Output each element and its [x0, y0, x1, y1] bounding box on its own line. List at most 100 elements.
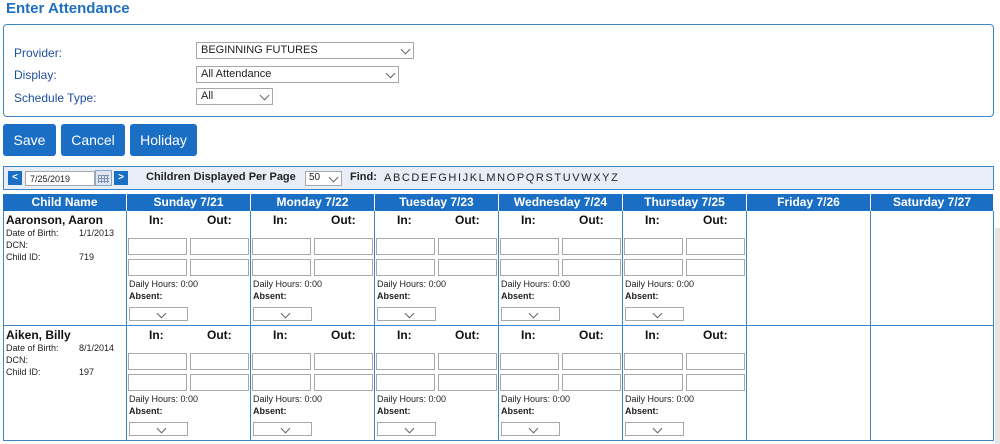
date-input[interactable]: 7/25/2019 [25, 171, 95, 186]
time-out-input[interactable] [686, 374, 745, 391]
letter-link[interactable]: D [411, 172, 419, 184]
time-in-input[interactable] [376, 238, 435, 255]
time-in-input[interactable] [624, 374, 683, 391]
absent-select[interactable] [377, 307, 436, 321]
chevron-down-icon [528, 308, 539, 319]
absent-select[interactable] [129, 307, 188, 321]
letter-link[interactable]: L [479, 172, 485, 184]
absent-select[interactable] [253, 422, 312, 436]
letter-link[interactable]: C [402, 172, 410, 184]
time-in-input[interactable] [252, 374, 311, 391]
time-in-input[interactable] [500, 259, 559, 276]
letter-link[interactable]: V [572, 172, 579, 184]
time-in-input[interactable] [128, 374, 187, 391]
absent-select[interactable] [625, 307, 684, 321]
time-in-input[interactable] [252, 238, 311, 255]
letter-link[interactable]: Y [602, 172, 609, 184]
time-out-input[interactable] [314, 238, 373, 255]
time-out-input[interactable] [314, 259, 373, 276]
time-out-input[interactable] [190, 353, 249, 370]
column-header-day: Monday 7/22 [251, 194, 375, 211]
letter-link[interactable]: R [536, 172, 544, 184]
time-out-input[interactable] [438, 238, 497, 255]
letter-link[interactable]: P [517, 172, 524, 184]
prev-week-button[interactable]: < [8, 171, 22, 185]
time-in-input[interactable] [376, 259, 435, 276]
letter-link[interactable]: O [507, 172, 516, 184]
letter-link[interactable]: T [554, 172, 561, 184]
time-in-input[interactable] [252, 353, 311, 370]
in-label: In: [149, 328, 164, 342]
letter-link[interactable]: G [438, 172, 447, 184]
time-out-input[interactable] [686, 259, 745, 276]
child-name[interactable]: Aaronson, Aaron [6, 213, 103, 227]
letter-link[interactable]: Z [611, 172, 618, 184]
provider-select[interactable]: BEGINNING FUTURES [196, 42, 414, 59]
out-label: Out: [207, 213, 232, 227]
time-in-input[interactable] [128, 353, 187, 370]
letter-link[interactable]: S [545, 172, 552, 184]
time-out-input[interactable] [190, 374, 249, 391]
time-in-input[interactable] [128, 238, 187, 255]
time-in-input[interactable] [624, 238, 683, 255]
time-in-input[interactable] [500, 374, 559, 391]
time-out-input[interactable] [686, 238, 745, 255]
letter-link[interactable]: B [393, 172, 400, 184]
absent-select[interactable] [377, 422, 436, 436]
letter-link[interactable]: F [430, 172, 437, 184]
letter-link[interactable]: J [463, 172, 469, 184]
absent-select[interactable] [253, 307, 312, 321]
letter-link[interactable]: K [470, 172, 477, 184]
time-out-input[interactable] [686, 353, 745, 370]
time-out-input[interactable] [438, 353, 497, 370]
time-out-input[interactable] [314, 374, 373, 391]
child-id-line: Child ID: 197 [6, 367, 124, 377]
letter-link[interactable]: M [486, 172, 495, 184]
out-label: Out: [579, 213, 604, 227]
time-out-input[interactable] [438, 374, 497, 391]
letter-link[interactable]: Q [526, 172, 535, 184]
time-in-input[interactable] [376, 374, 435, 391]
time-out-input[interactable] [190, 238, 249, 255]
absent-select[interactable] [625, 422, 684, 436]
time-out-input[interactable] [562, 374, 621, 391]
time-out-input[interactable] [562, 259, 621, 276]
absent-select[interactable] [501, 307, 560, 321]
absent-select[interactable] [501, 422, 560, 436]
time-in-input[interactable] [500, 353, 559, 370]
chevron-down-icon [280, 423, 291, 434]
time-in-input[interactable] [376, 353, 435, 370]
cancel-button[interactable]: Cancel [61, 124, 125, 156]
letter-link[interactable]: I [458, 172, 461, 184]
letter-link[interactable]: E [421, 172, 428, 184]
save-button[interactable]: Save [3, 124, 56, 156]
time-out-input[interactable] [562, 238, 621, 255]
time-in-input[interactable] [252, 259, 311, 276]
absent-select[interactable] [129, 422, 188, 436]
time-out-input[interactable] [438, 259, 497, 276]
time-in-input[interactable] [624, 259, 683, 276]
per-page-select[interactable]: 50 [305, 171, 342, 186]
out-label: Out: [207, 328, 232, 342]
absent-label: Absent: [625, 291, 659, 301]
letter-link[interactable]: U [563, 172, 571, 184]
time-in-input[interactable] [128, 259, 187, 276]
letter-link[interactable]: N [497, 172, 505, 184]
time-in-input[interactable] [624, 353, 683, 370]
calendar-icon[interactable] [95, 170, 112, 186]
time-out-input[interactable] [190, 259, 249, 276]
child-name[interactable]: Aiken, Billy [6, 328, 71, 342]
letter-link[interactable]: H [448, 172, 456, 184]
letter-link[interactable]: A [384, 172, 391, 184]
schedule-type-select[interactable]: All [196, 88, 273, 105]
next-week-button[interactable]: > [114, 171, 128, 185]
scrollbar[interactable] [995, 228, 1000, 444]
holiday-button[interactable]: Holiday [130, 124, 197, 156]
display-select[interactable]: All Attendance [196, 66, 399, 83]
time-out-input[interactable] [562, 353, 621, 370]
in-label: In: [521, 328, 536, 342]
time-in-input[interactable] [500, 238, 559, 255]
letter-link[interactable]: X [593, 172, 600, 184]
letter-link[interactable]: W [581, 172, 591, 184]
time-out-input[interactable] [314, 353, 373, 370]
